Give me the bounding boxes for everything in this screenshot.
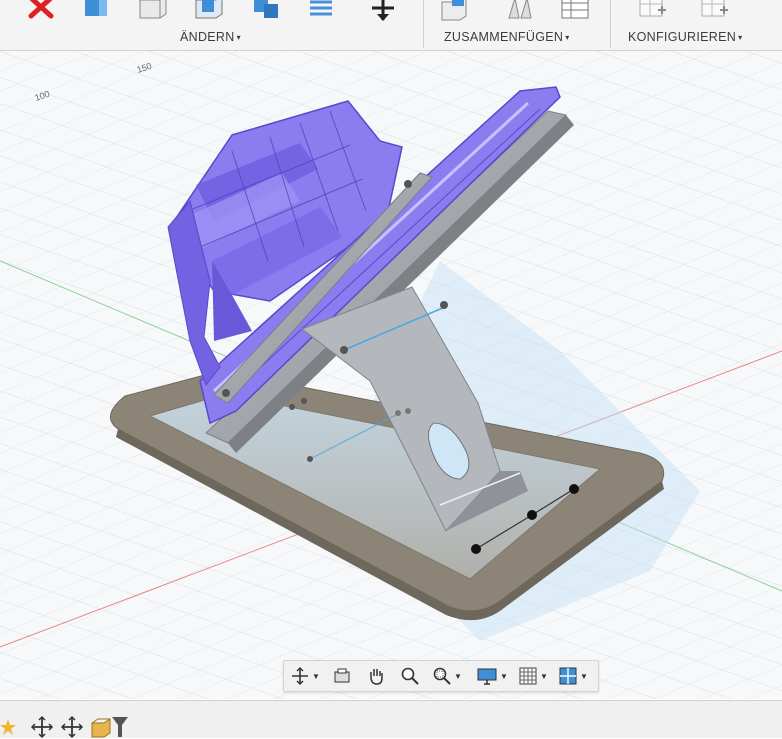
orbit-icon	[292, 667, 308, 685]
chevron-down-icon: ▾	[565, 33, 570, 42]
ribbon-toolbar: ÄNDERN ▾ ZUSAMMENFÜGEN ▾ KONFIGURIEREN ▾	[0, 0, 782, 51]
config-table-icon[interactable]	[638, 0, 668, 22]
sketch-point[interactable]	[569, 484, 579, 494]
move-icon[interactable]	[60, 715, 84, 739]
pan-button[interactable]	[366, 664, 386, 688]
display-settings-button[interactable]: ▼	[476, 664, 508, 688]
zoom-button[interactable]	[400, 664, 420, 688]
star-marker-icon[interactable]	[0, 715, 24, 739]
fillet-box-icon[interactable]	[138, 0, 168, 22]
move-icon[interactable]	[30, 715, 54, 739]
aendern-menu[interactable]: ÄNDERN ▾	[180, 30, 241, 44]
navigation-bar: ▼ ▼ ▼ ▼ ▼	[283, 660, 599, 692]
zusammenfuegen-menu[interactable]: ZUSAMMENFÜGEN ▾	[444, 30, 570, 44]
timeline-bar	[0, 700, 782, 739]
pan-hand-icon	[370, 669, 383, 685]
orbit-button[interactable]: ▼	[290, 664, 320, 688]
chevron-down-icon: ▾	[738, 33, 743, 42]
chevron-down-icon: ▼	[580, 671, 588, 681]
chevron-down-icon: ▼	[500, 671, 508, 681]
viewports-button[interactable]: ▼	[558, 664, 588, 688]
look-at-button[interactable]	[332, 664, 352, 688]
table-icon[interactable]	[560, 0, 590, 22]
zoom-icon	[401, 667, 419, 685]
grid-settings-icon	[519, 667, 537, 685]
konfigurieren-menu[interactable]: KONFIGURIEREN ▾	[628, 30, 742, 44]
model-scene[interactable]: 150 100	[0, 51, 782, 699]
config-rule-icon[interactable]	[700, 0, 730, 22]
chevron-down-icon: ▼	[312, 671, 320, 681]
chevron-down-icon: ▼	[454, 671, 462, 681]
press-pull-icon[interactable]	[82, 0, 112, 22]
display-settings-icon	[477, 668, 497, 685]
sketch-point[interactable]	[471, 544, 481, 554]
konfigurieren-label: KONFIGURIEREN	[628, 30, 737, 44]
chevron-down-icon: ▼	[540, 671, 548, 681]
chevron-down-icon: ▾	[236, 33, 241, 42]
funnel-icon[interactable]	[110, 715, 134, 739]
separator	[423, 0, 424, 48]
viewports-icon	[559, 667, 577, 685]
zusammenfuegen-label: ZUSAMMENFÜGEN	[444, 30, 564, 44]
replace-face-icon[interactable]	[306, 0, 336, 22]
look-at-icon	[334, 668, 350, 683]
separator	[610, 0, 611, 48]
move-arrows-icon[interactable]	[368, 0, 398, 22]
aendern-label: ÄNDERN	[180, 30, 235, 44]
canvas-viewport[interactable]: 150 100	[0, 51, 782, 699]
combine-blocks-icon[interactable]	[250, 0, 280, 22]
joint-icon[interactable]	[505, 0, 535, 22]
new-component-icon[interactable]	[440, 0, 470, 22]
close-red-x-icon[interactable]	[26, 0, 56, 22]
grid-settings-button[interactable]: ▼	[518, 664, 548, 688]
zoom-window-button[interactable]: ▼	[432, 664, 462, 688]
shell-box-icon[interactable]	[194, 0, 224, 22]
zoom-window-icon	[433, 667, 451, 685]
sketch-point[interactable]	[527, 510, 537, 520]
